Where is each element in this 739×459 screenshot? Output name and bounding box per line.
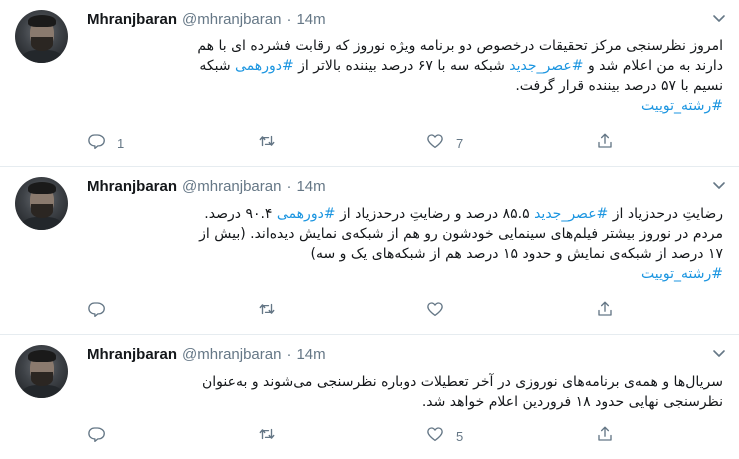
like-button[interactable]: 5 <box>426 426 463 446</box>
hashtag-link[interactable]: #دورهمی <box>235 58 294 74</box>
tweet-header: Mhranjbaran @mhranjbaran · 14m <box>87 11 326 31</box>
tweet-actions: 5 <box>87 426 627 446</box>
separator: · <box>286 11 292 28</box>
hashtag-link[interactable]: #رشته_توییت <box>641 98 723 114</box>
reply-button[interactable] <box>87 301 117 321</box>
retweet-icon <box>258 132 276 154</box>
avatar[interactable] <box>15 345 68 398</box>
chevron-down-icon[interactable] <box>711 10 727 26</box>
retweet-button[interactable] <box>258 301 288 321</box>
tweet-text-segment: نظرسنجی نهایی حدود ۱۸ فروردین اعلام خواه… <box>421 394 723 410</box>
reply-button[interactable]: 1 <box>87 133 124 153</box>
timestamp[interactable]: 14m <box>296 11 325 28</box>
reply-icon <box>87 300 105 322</box>
hashtag-link[interactable]: #عصر_جدید <box>534 206 608 222</box>
separator: · <box>286 178 292 195</box>
tweet-actions: 1 7 <box>87 133 627 153</box>
tweet-header: Mhranjbaran @mhranjbaran · 14m <box>87 346 326 366</box>
like-button[interactable] <box>426 301 456 321</box>
retweet-button[interactable] <box>258 426 288 446</box>
hashtag-link[interactable]: #دورهمی <box>277 206 336 222</box>
tweet-actions <box>87 301 627 321</box>
timestamp[interactable]: 14m <box>296 346 325 363</box>
share-icon <box>596 132 614 154</box>
avatar[interactable] <box>15 177 68 230</box>
avatar[interactable] <box>15 10 68 63</box>
tweet-text-segment: نسیم با ۵۷ درصد بیننده قرار گرفت. <box>515 78 723 94</box>
tweet-text-line: دارند به من اعلام شد و #عصر_جدید شبکه سه… <box>87 56 723 76</box>
tweet-text-line: سریال‌ها و همه‌ی برنامه‌های نوروزی در آخ… <box>87 372 723 392</box>
tweet-text-line: امروز نظرسنجی مرکز تحقیقات درخصوص دو برن… <box>87 36 723 56</box>
share-button[interactable] <box>596 133 614 153</box>
retweet-button[interactable] <box>258 133 288 153</box>
tweet-text-segment: امروز نظرسنجی مرکز تحقیقات درخصوص دو برن… <box>197 38 723 54</box>
chevron-down-icon[interactable] <box>711 177 727 193</box>
retweet-icon <box>258 300 276 322</box>
tweet-text-line: #رشته_توییت <box>87 96 723 116</box>
tweet-text: رضایتِ درحدزیاد از #عصر_جدید ۸۵.۵ درصد و… <box>87 204 723 284</box>
heart-icon <box>426 132 444 154</box>
tweet[interactable]: Mhranjbaran @mhranjbaran · 14m سریال‌ها … <box>0 335 739 459</box>
share-icon <box>596 425 614 447</box>
tweet-text-line: #رشته_توییت <box>87 264 723 284</box>
tweet-header: Mhranjbaran @mhranjbaran · 14m <box>87 178 326 198</box>
tweet-text-segment: ۸۵.۵ درصد و رضایتِ درحدزیاد از <box>335 206 535 222</box>
hashtag-link[interactable]: #عصر_جدید <box>509 58 583 74</box>
hashtag-link[interactable]: #رشته_توییت <box>641 266 723 282</box>
share-icon <box>596 300 614 322</box>
like-count: 7 <box>456 135 464 151</box>
tweet-text-line: ۱۷ درصد از شبکه‌ی نمایش و حدود ۱۵ درصد ه… <box>87 244 723 264</box>
tweet-text-segment: شبکه سه با ۶۷ درصد بیننده بالاتر از <box>293 58 510 74</box>
tweet-text-segment: سریال‌ها و همه‌ی برنامه‌های نوروزی در آخ… <box>201 374 723 390</box>
separator: · <box>286 346 292 363</box>
author-handle[interactable]: @mhranjbaran <box>182 178 281 195</box>
share-button[interactable] <box>596 426 614 446</box>
tweet[interactable]: Mhranjbaran @mhranjbaran · 14m رضایتِ در… <box>0 167 739 335</box>
tweet[interactable]: Mhranjbaran @mhranjbaran · 14m امروز نظر… <box>0 0 739 167</box>
tweet-text-segment: دارند به من اعلام شد و <box>583 58 723 74</box>
heart-icon <box>426 425 444 447</box>
author-name[interactable]: Mhranjbaran <box>87 11 177 28</box>
heart-icon <box>426 300 444 322</box>
tweet-text-line: رضایتِ درحدزیاد از #عصر_جدید ۸۵.۵ درصد و… <box>87 204 723 224</box>
retweet-icon <box>258 425 276 447</box>
tweet-text-segment: رضایتِ درحدزیاد از <box>608 206 723 222</box>
author-name[interactable]: Mhranjbaran <box>87 178 177 195</box>
author-name[interactable]: Mhranjbaran <box>87 346 177 363</box>
tweet-text-segment: ۹۰.۴ درصد. <box>204 206 277 222</box>
author-handle[interactable]: @mhranjbaran <box>182 346 281 363</box>
author-handle[interactable]: @mhranjbaran <box>182 11 281 28</box>
like-button[interactable]: 7 <box>426 133 463 153</box>
reply-icon <box>87 132 105 154</box>
tweet-text-line: نسیم با ۵۷ درصد بیننده قرار گرفت. <box>87 76 723 96</box>
tweet-text: امروز نظرسنجی مرکز تحقیقات درخصوص دو برن… <box>87 36 723 116</box>
tweet-text-segment: مردم در نوروز بیشتر فیلم‌های سینمایی خود… <box>199 226 723 242</box>
tweet-text-line: نظرسنجی نهایی حدود ۱۸ فروردین اعلام خواه… <box>87 392 723 412</box>
chevron-down-icon[interactable] <box>711 345 727 361</box>
like-count: 5 <box>456 428 464 444</box>
share-button[interactable] <box>596 301 614 321</box>
reply-button[interactable] <box>87 426 117 446</box>
reply-icon <box>87 425 105 447</box>
tweet-text-segment: ۱۷ درصد از شبکه‌ی نمایش و حدود ۱۵ درصد ه… <box>310 246 723 262</box>
reply-count: 1 <box>117 135 125 151</box>
tweet-text: سریال‌ها و همه‌ی برنامه‌های نوروزی در آخ… <box>87 372 723 412</box>
tweet-text-segment: شبکه <box>199 58 236 74</box>
tweet-text-line: مردم در نوروز بیشتر فیلم‌های سینمایی خود… <box>87 224 723 244</box>
timestamp[interactable]: 14m <box>296 178 325 195</box>
